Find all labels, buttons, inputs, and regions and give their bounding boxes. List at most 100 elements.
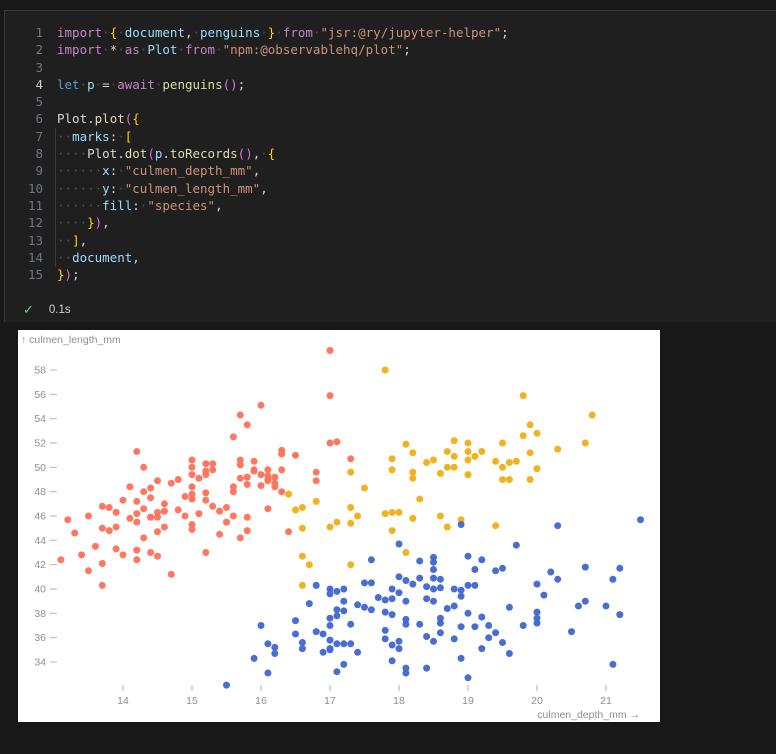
x-axis-tick-label: 15 xyxy=(186,695,198,707)
screenshot-root: { "editor": { "status": {"check": "✓", "… xyxy=(0,0,776,754)
dot-gentoo xyxy=(223,504,230,511)
y-axis-tick-label: 56 xyxy=(34,389,46,401)
dot-adelie xyxy=(506,650,513,657)
dot-chinstrap xyxy=(554,446,561,453)
dot-gentoo xyxy=(189,483,196,490)
code-line[interactable]: 13··], xyxy=(5,232,776,249)
dot-adelie xyxy=(444,605,451,612)
code-line[interactable]: 2import·*·as·Plot·from·"npm:@observableh… xyxy=(5,41,776,58)
code-line[interactable]: 5 xyxy=(5,93,776,110)
dot-gentoo xyxy=(202,471,209,478)
dot-chinstrap xyxy=(451,453,458,460)
dot-adelie xyxy=(513,542,520,549)
code-line[interactable]: 4let·p·=·await·penguins(); xyxy=(5,76,776,93)
dot-gentoo xyxy=(147,514,154,521)
dot-gentoo xyxy=(202,460,209,467)
dot-gentoo xyxy=(292,452,299,459)
code-line[interactable]: 9······x:·"culmen_depth_mm", xyxy=(5,162,776,179)
dot-adelie xyxy=(347,621,354,628)
dot-gentoo xyxy=(99,560,106,567)
code-line[interactable]: 10······y:·"culmen_length_mm", xyxy=(5,180,776,197)
dot-adelie xyxy=(264,670,271,677)
dot-chinstrap xyxy=(437,470,444,477)
code-editor[interactable]: 1import·{·document,·penguins·}·from·"jsr… xyxy=(5,24,776,283)
dot-gentoo xyxy=(347,455,354,462)
dot-gentoo xyxy=(258,402,265,409)
code-line[interactable]: 14··document, xyxy=(5,249,776,266)
code-line[interactable]: 1import·{·document,·penguins·}·from·"jsr… xyxy=(5,24,776,41)
code-line[interactable]: 15}); xyxy=(5,266,776,283)
code-line[interactable]: 8····Plot.dot(p.toRecords(),·{ xyxy=(5,145,776,162)
dot-adelie xyxy=(382,627,389,634)
dot-chinstrap xyxy=(409,475,416,482)
dot-adelie xyxy=(340,598,347,605)
code-line[interactable]: 6Plot.plot({ xyxy=(5,110,776,127)
y-axis-tick-label: 40 xyxy=(34,584,46,596)
dot-gentoo xyxy=(113,509,120,516)
dot-adelie xyxy=(430,586,437,593)
dot-gentoo xyxy=(271,474,278,481)
dot-adelie xyxy=(423,583,430,590)
dot-chinstrap xyxy=(396,509,403,516)
dot-adelie xyxy=(465,610,472,617)
dot-adelie xyxy=(382,609,389,616)
dot-adelie xyxy=(368,556,375,563)
code-line-content: Plot.plot({ xyxy=(57,110,140,127)
dot-chinstrap xyxy=(347,469,354,476)
dot-gentoo xyxy=(264,505,271,512)
dot-adelie xyxy=(271,644,278,651)
line-number: 9 xyxy=(5,162,43,179)
dot-adelie xyxy=(465,582,472,589)
dot-adelie xyxy=(402,621,409,628)
dot-chinstrap xyxy=(354,513,361,520)
dot-adelie xyxy=(506,604,513,611)
dot-gentoo xyxy=(99,525,106,532)
y-axis-tick-label: 48 xyxy=(34,486,46,498)
dot-chinstrap xyxy=(478,448,485,455)
dot-adelie xyxy=(327,622,334,629)
dot-chinstrap xyxy=(520,392,527,399)
dot-adelie xyxy=(478,645,485,652)
dot-adelie xyxy=(327,590,334,597)
dot-adelie xyxy=(554,522,561,529)
dot-chinstrap xyxy=(402,549,409,556)
dot-chinstrap xyxy=(534,465,541,472)
dot-gentoo xyxy=(140,488,147,495)
dot-adelie xyxy=(534,620,541,627)
dot-adelie xyxy=(458,593,465,600)
dot-chinstrap xyxy=(534,430,541,437)
dot-chinstrap xyxy=(471,453,478,460)
code-line-content: ··marks:·[ xyxy=(57,128,132,145)
dot-adelie xyxy=(423,633,430,640)
dot-adelie xyxy=(478,614,485,621)
line-number: 10 xyxy=(5,180,43,197)
dot-adelie xyxy=(465,553,472,560)
dot-adelie xyxy=(389,586,396,593)
dot-gentoo xyxy=(237,461,244,468)
dot-adelie xyxy=(340,640,347,647)
dot-gentoo xyxy=(189,526,196,533)
dot-gentoo xyxy=(85,513,92,520)
code-line[interactable]: 12····}), xyxy=(5,214,776,231)
dot-gentoo xyxy=(126,515,133,522)
dot-gentoo xyxy=(182,513,189,520)
dot-gentoo xyxy=(209,460,216,467)
dot-chinstrap xyxy=(389,455,396,462)
dot-gentoo xyxy=(99,503,106,510)
code-line[interactable]: 11······fill:·"species", xyxy=(5,197,776,214)
dot-gentoo xyxy=(237,475,244,482)
dot-gentoo xyxy=(78,551,85,558)
dot-adelie xyxy=(347,640,354,647)
dot-chinstrap xyxy=(444,448,451,455)
dot-gentoo xyxy=(264,477,271,484)
dot-gentoo xyxy=(209,466,216,473)
dot-adelie xyxy=(609,661,616,668)
code-line[interactable]: 7··marks:·[ xyxy=(5,128,776,145)
code-line[interactable]: 3 xyxy=(5,59,776,76)
dot-chinstrap xyxy=(382,510,389,517)
dot-gentoo xyxy=(175,476,182,483)
dot-adelie xyxy=(437,629,444,636)
dot-adelie xyxy=(271,650,278,657)
execution-time: 0.1s xyxy=(49,304,71,316)
dot-adelie xyxy=(423,665,430,672)
